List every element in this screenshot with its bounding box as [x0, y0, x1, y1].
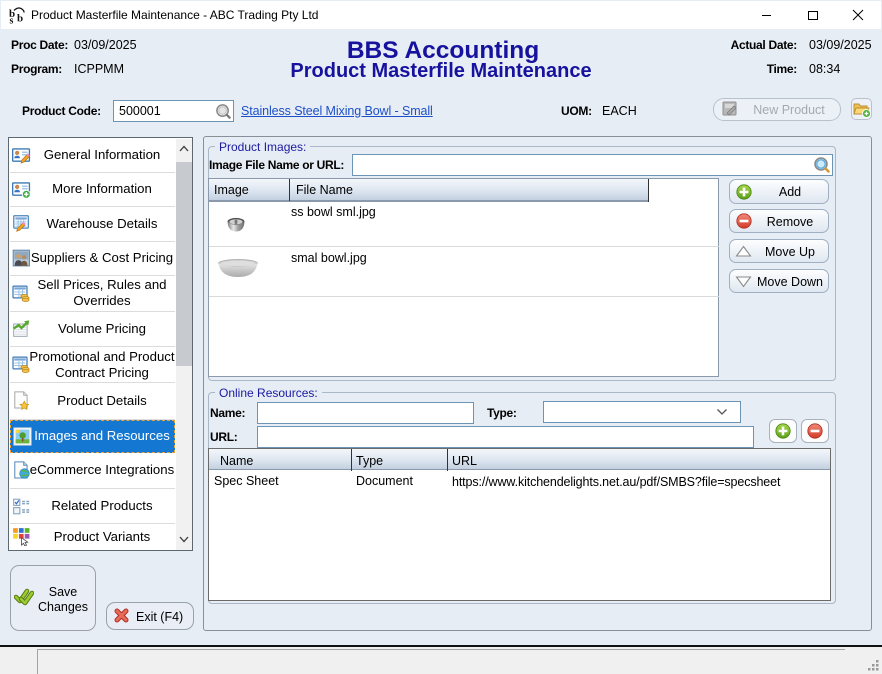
svg-text:b: b: [17, 13, 23, 25]
svg-text:s: s: [10, 16, 14, 25]
